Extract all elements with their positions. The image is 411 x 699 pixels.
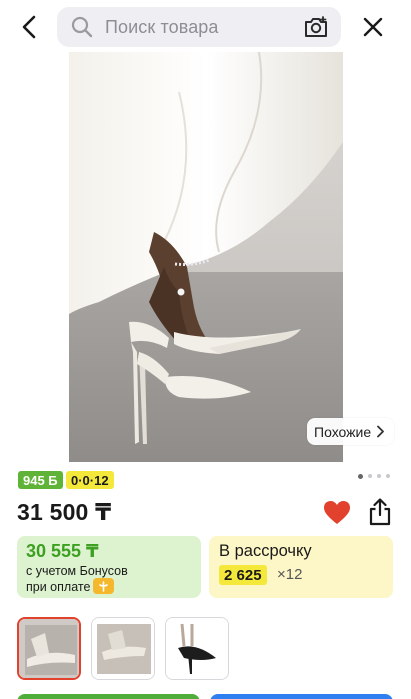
thumbnail-1[interactable] (17, 617, 81, 680)
search-icon (71, 16, 93, 38)
installment-title: В рассрочку (219, 542, 312, 560)
thumbnail-3[interactable] (165, 617, 229, 680)
bonus-description-line1: с учетом Бонусов (26, 564, 128, 578)
share-icon[interactable] (368, 498, 392, 526)
gallery-pagination (358, 473, 390, 479)
camera-icon[interactable] (303, 15, 329, 39)
pagination-dot (386, 474, 390, 478)
thumbnail-strip (17, 617, 229, 680)
pagination-dot (377, 474, 381, 478)
installment-badge: 0·0·12 (66, 471, 114, 489)
buy-now-button[interactable] (210, 694, 393, 699)
close-button[interactable] (358, 12, 388, 42)
header: Поиск товара (0, 0, 411, 52)
installment-card[interactable]: В рассрочку 2 625 ×12 (209, 536, 393, 598)
similar-label: Похожие (314, 423, 372, 440)
bonus-price: 30 555 ₸ (26, 541, 99, 561)
bottom-action-bar (17, 694, 393, 699)
bonus-points-badge: 945 Б (18, 471, 63, 489)
bonus-icon (93, 578, 114, 594)
installment-amount: 2 625 (219, 565, 267, 585)
product-price: 31 500 ₸ (17, 499, 112, 525)
close-icon (363, 17, 383, 37)
search-placeholder: Поиск товара (105, 17, 219, 37)
back-icon (22, 15, 36, 39)
search-input[interactable]: Поиск товара (57, 7, 341, 47)
installment-months: ×12 (277, 566, 303, 583)
heart-icon[interactable] (323, 500, 351, 526)
bonus-description-line2: при оплате (26, 580, 91, 594)
bonus-card[interactable]: 30 555 ₸ с учетом Бонусов при оплате (17, 536, 201, 598)
back-button[interactable] (14, 13, 44, 41)
thumbnail-2[interactable] (91, 617, 155, 680)
product-photo (69, 52, 343, 462)
similar-button[interactable]: Похожие (307, 418, 394, 445)
pagination-dot (368, 474, 372, 478)
product-image[interactable] (69, 52, 343, 462)
chevron-right-icon (377, 425, 384, 438)
add-to-cart-button[interactable] (17, 694, 200, 699)
pagination-dot (358, 473, 363, 479)
